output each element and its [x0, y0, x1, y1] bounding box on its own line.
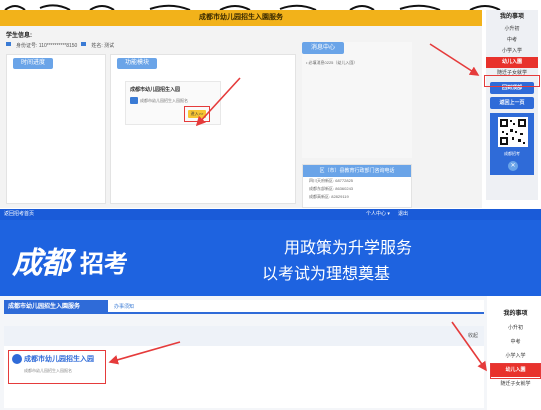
- qr-code-icon: [498, 117, 528, 147]
- sidebar-item-primary[interactable]: 小学入学: [490, 349, 541, 363]
- logo-zhaokao: 招考: [80, 249, 128, 278]
- top-screenshot: 成都市幼儿园招生入園服务 学生信息: 身份证号: 110**********81…: [0, 10, 541, 208]
- sidebar-heading: 我的事项: [499, 14, 524, 20]
- top-nav: 返回招考首页 个人中心 ▾ 退出: [0, 209, 541, 220]
- qr-label: 成都招考: [504, 151, 520, 156]
- sidebar-item-kindergarten[interactable]: 幼儿入園: [486, 57, 538, 68]
- my-matters-sidebar-bottom: 我的事项 小升初 中考 小学入学 幼儿入園 随迁子女就学: [490, 307, 541, 410]
- sidebar-item-junior[interactable]: 小升初: [486, 24, 538, 35]
- student-info-label: 学生信息:: [6, 33, 32, 39]
- composite-screenshot: 成都市幼儿园招生入園服务 学生信息: 身份证号: 110**********81…: [0, 0, 541, 410]
- slogan-line-1: 用政策为升学服务: [284, 238, 413, 257]
- sidebar-item-highschool[interactable]: 中考: [486, 35, 538, 46]
- phone-line: 成都东部新区: 86360243: [309, 186, 354, 191]
- home-link[interactable]: 返回招考首页: [4, 209, 34, 220]
- sidebar-item-primary[interactable]: 小学入学: [486, 46, 538, 57]
- logo-chengdu: 成都: [12, 246, 71, 281]
- service-tabbar: 成都市幼儿园招生入園服务 办事须知: [4, 300, 484, 314]
- message-center: 消息中心 • 必填消息0225（幼儿入園）: [302, 42, 412, 158]
- sidebar-item-junior[interactable]: 小升初: [490, 321, 541, 335]
- highlight-box: [8, 350, 106, 384]
- card-subtitle: 成都市幼儿园招生入园报名: [140, 98, 188, 103]
- highlight-box: [490, 363, 541, 379]
- message-center-title[interactable]: 消息中心: [302, 42, 344, 54]
- highlight-box: [184, 106, 210, 122]
- service-title-tab[interactable]: 成都市幼儿园招生入園服务: [4, 300, 108, 314]
- id-card-icon: [6, 42, 11, 46]
- time-progress-tab[interactable]: 时间进度: [13, 58, 54, 69]
- id-number: 身份证号: 110**********8150: [16, 43, 78, 49]
- phone-line: 四川天府新区: 68772825: [309, 178, 354, 183]
- panel-header: 收起: [4, 326, 484, 346]
- guide-tab[interactable]: 办事须知: [114, 300, 134, 314]
- student-info: 学生信息: 身份证号: 110**********8150 姓名: 测试: [6, 30, 296, 54]
- consult-phone-title: 区（市）县教育行政部门咨询电话: [303, 165, 411, 177]
- close-icon[interactable]: ✕: [508, 161, 518, 171]
- sidebar-item-migrant[interactable]: 随迁子女就学: [490, 377, 541, 391]
- qr-block: 成都招考 ✕: [490, 113, 534, 175]
- registration-icon: [130, 97, 138, 104]
- dashboard-area: 学生信息: 身份证号: 110**********8150 姓名: 测试 时间进…: [0, 26, 482, 208]
- banner: 成都 招考 用政策为升学服务 以考试为理想奠基: [0, 220, 541, 296]
- service-panel: 收起 成都市幼儿园招生入园 成都市幼儿园招生入园报名: [4, 326, 484, 408]
- name-icon: [81, 42, 87, 46]
- logout-link[interactable]: 退出: [398, 209, 408, 220]
- page-title: 成都市幼儿园招生入園服务: [0, 10, 482, 26]
- my-matters-sidebar: 我的事项 小升初 中考 小学入学 幼儿入園 随迁子女就学 回到顶部 返回上一页: [486, 10, 538, 200]
- user-center-link[interactable]: 个人中心 ▾: [366, 209, 390, 220]
- consult-phone-panel: 区（市）县教育行政部门咨询电话 四川天府新区: 68772825 成都东部新区:…: [302, 164, 412, 208]
- time-progress-panel: 时间进度: [6, 54, 106, 204]
- service-content: 成都市幼儿园招生入園服务 办事须知 收起 成都市幼儿园招生入园 成都市幼儿园招生…: [0, 296, 487, 410]
- bottom-screenshot: 返回招考首页 个人中心 ▾ 退出 成都 招考 用政策为升学服务 以考试为理想奠基…: [0, 209, 541, 410]
- card-title: 成都市幼儿园招生入园: [130, 87, 181, 93]
- highlight-box: [484, 75, 540, 87]
- function-module-tab[interactable]: 功能模块: [117, 58, 158, 69]
- function-module-panel: 功能模块 成都市幼儿园招生入园 成都市幼儿园招生入园报名 进入>>: [110, 54, 296, 204]
- kindergarten-card: 成都市幼儿园招生入园 成都市幼儿园招生入园报名 进入>>: [125, 81, 221, 125]
- slogan-line-2: 以考试为理想奠基: [262, 264, 391, 283]
- message-item[interactable]: • 必填消息0225（幼儿入園）: [306, 60, 357, 66]
- collapse-link[interactable]: 收起: [468, 332, 478, 339]
- student-name: 姓名: 测试: [91, 43, 115, 49]
- back-button[interactable]: 返回上一页: [490, 97, 534, 109]
- sidebar-heading: 我的事项: [503, 311, 528, 317]
- sidebar-item-highschool[interactable]: 中考: [490, 335, 541, 349]
- phone-line: 成都高新区: 82829119: [309, 194, 349, 199]
